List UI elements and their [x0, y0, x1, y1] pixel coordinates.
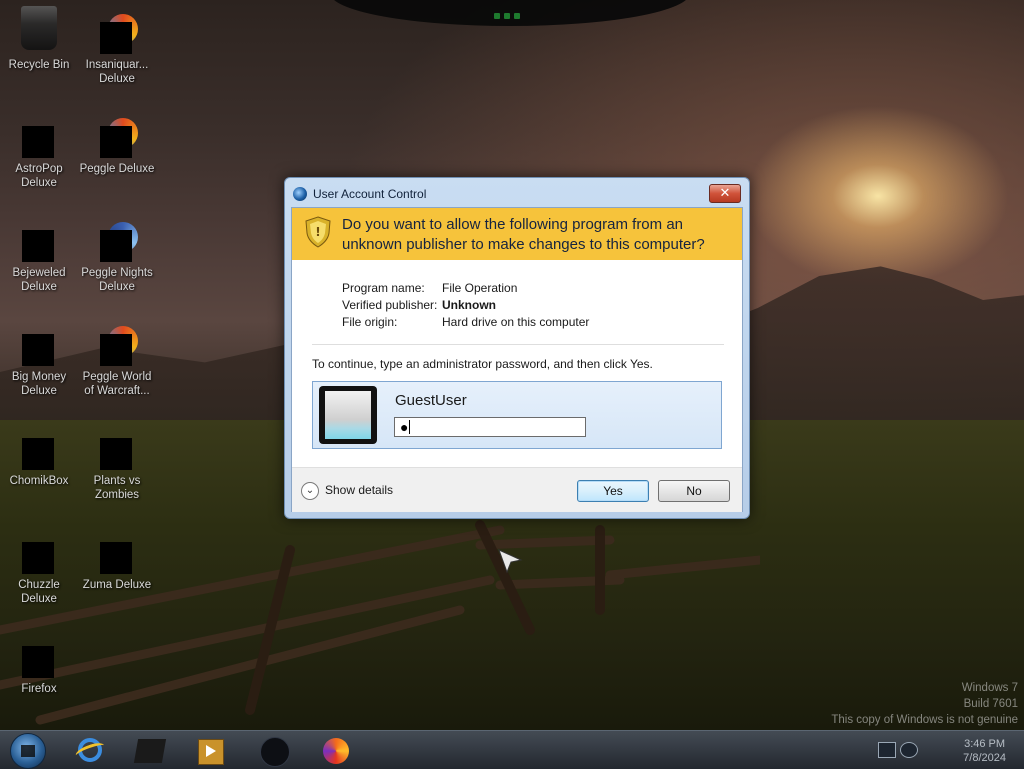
uac-footer: ⌄ Show details Yes No	[292, 467, 742, 512]
firefox-icon	[22, 638, 56, 678]
plants-vs-zombies-icon	[100, 430, 134, 470]
chuzzle-icon	[22, 534, 56, 574]
uac-app-icon	[293, 187, 307, 201]
text-caret	[409, 420, 411, 434]
desktop-icon-label: Recycle Bin	[8, 59, 70, 71]
internet-explorer-icon[interactable]	[74, 735, 106, 765]
zuma-icon	[100, 534, 134, 574]
desktop-icon-insaniquarium[interactable]: Insaniquar... Deluxe	[78, 14, 156, 86]
close-icon: ✕	[719, 185, 731, 200]
app-circle-icon[interactable]	[258, 735, 290, 767]
desktop-icon-plants-vs-zombies[interactable]: Plants vs Zombies	[78, 430, 156, 502]
desktop-icon-label: Bejeweled Deluxe	[12, 267, 66, 293]
credential-tile[interactable]: GuestUser ●	[312, 381, 722, 449]
desktop-icon-bejeweled[interactable]: Bejeweled Deluxe	[0, 222, 78, 294]
show-details-label: Show details	[325, 483, 394, 497]
desktop-icon-label: Plants vs Zombies	[93, 475, 141, 501]
publisher-key: Verified publisher:	[342, 298, 438, 312]
big-money-icon	[22, 326, 56, 366]
watermark-genuine-notice: This copy of Windows is not genuine	[831, 714, 1018, 726]
peggle-icon	[100, 118, 138, 158]
mouse-cursor-icon	[498, 549, 523, 574]
yes-button[interactable]: Yes	[577, 480, 649, 502]
astropop-icon	[22, 118, 56, 158]
watermark-os: Windows 7	[961, 682, 1018, 694]
desktop-icon-firefox[interactable]: Firefox	[0, 638, 78, 696]
desktop-icon-big-money[interactable]: Big Money Deluxe	[0, 326, 78, 398]
no-button[interactable]: No	[658, 480, 730, 502]
desktop-icon-peggle-wow[interactable]: Peggle World of Warcraft...	[78, 326, 156, 398]
watermark-build: Build 7601	[963, 698, 1018, 710]
windows-watermark: Windows 7 Build 7601 This copy of Window…	[831, 680, 1018, 728]
top-gadget-indicator	[494, 8, 530, 19]
network-icon[interactable]	[878, 742, 896, 758]
uac-warning-banner: ! Do you want to allow the following pro…	[292, 208, 742, 260]
desktop-icon-label: Peggle Deluxe	[79, 163, 155, 175]
desktop-icon-label: Chuzzle Deluxe	[18, 579, 60, 605]
desktop-icon-label: Peggle Nights Deluxe	[81, 267, 153, 293]
desktop-icon-label: Zuma Deluxe	[82, 579, 152, 591]
uac-content: ! Do you want to allow the following pro…	[291, 207, 743, 512]
chomikbox-icon	[22, 430, 56, 470]
desktop-icon-peggle-nights[interactable]: Peggle Nights Deluxe	[78, 222, 156, 294]
system-tray: 3:46 PM 7/8/2024	[872, 735, 1012, 765]
divider	[312, 344, 724, 345]
password-value: ●	[400, 419, 409, 435]
desktop-icon-astropop[interactable]: AstroPop Deluxe	[0, 118, 78, 190]
desktop-icon-chomikbox[interactable]: ChomikBox	[0, 430, 78, 488]
peggle-wow-icon	[100, 326, 138, 366]
desktop-icon-recycle-bin[interactable]: Recycle Bin	[0, 6, 78, 72]
bejeweled-icon	[22, 222, 56, 262]
clock-time: 3:46 PM	[964, 738, 1006, 750]
program-name-key: Program name:	[342, 281, 425, 295]
volume-icon[interactable]	[900, 742, 918, 758]
file-origin-row: File origin: Hard drive on this computer	[342, 315, 589, 329]
chevron-down-icon: ⌄	[301, 481, 319, 500]
file-origin-value: Hard drive on this computer	[442, 315, 590, 329]
uac-question: Do you want to allow the following progr…	[342, 216, 705, 253]
desktop-icon-label: Firefox	[21, 683, 57, 695]
uac-instruction: To continue, type an administrator passw…	[312, 357, 653, 371]
uac-title-text: User Account Control	[313, 187, 427, 201]
user-avatar	[319, 386, 377, 444]
program-name-row: Program name: File Operation	[342, 281, 517, 295]
shield-icon: !	[305, 216, 331, 248]
svg-text:!: !	[315, 225, 320, 239]
desktop-icon-label: Big Money Deluxe	[11, 371, 67, 397]
taskbar: 3:46 PM 7/8/2024	[0, 730, 1024, 769]
desktop-icon-label: Insaniquar... Deluxe	[85, 59, 149, 85]
desktop-icon-chuzzle[interactable]: Chuzzle Deluxe	[0, 534, 78, 606]
desktop-icon-label: AstroPop Deluxe	[15, 163, 63, 189]
clock-date: 7/8/2024	[963, 752, 1006, 764]
desktop-icon-peggle[interactable]: Peggle Deluxe	[78, 118, 156, 176]
uac-titlebar: User Account Control	[293, 186, 426, 202]
start-button[interactable]	[10, 733, 46, 769]
desktop-icon-zuma[interactable]: Zuma Deluxe	[78, 534, 156, 592]
show-details-toggle[interactable]: ⌄ Show details	[301, 480, 393, 500]
windows-logo-icon	[21, 745, 35, 757]
app-icon[interactable]	[133, 735, 167, 765]
desktop-icon-label: Peggle World of Warcraft...	[82, 371, 152, 397]
program-name-value: File Operation	[442, 281, 518, 295]
publisher-value: Unknown	[442, 298, 496, 312]
media-player-icon[interactable]	[194, 735, 226, 765]
uac-dialog: User Account Control ✕ ! Do you want to …	[284, 177, 750, 519]
publisher-row: Verified publisher: Unknown	[342, 298, 496, 312]
password-field[interactable]: ●	[394, 417, 586, 437]
desktop-icon-label: ChomikBox	[9, 475, 69, 487]
recycle-bin-icon	[21, 6, 57, 50]
clock[interactable]: 3:46 PM 7/8/2024	[963, 737, 1006, 765]
peggle-nights-icon	[100, 222, 138, 262]
close-button[interactable]: ✕	[709, 184, 741, 203]
username-label: GuestUser	[395, 392, 467, 409]
firefox-taskbar-icon[interactable]	[320, 735, 352, 765]
file-origin-key: File origin:	[342, 315, 398, 329]
insaniquarium-icon	[100, 14, 138, 54]
